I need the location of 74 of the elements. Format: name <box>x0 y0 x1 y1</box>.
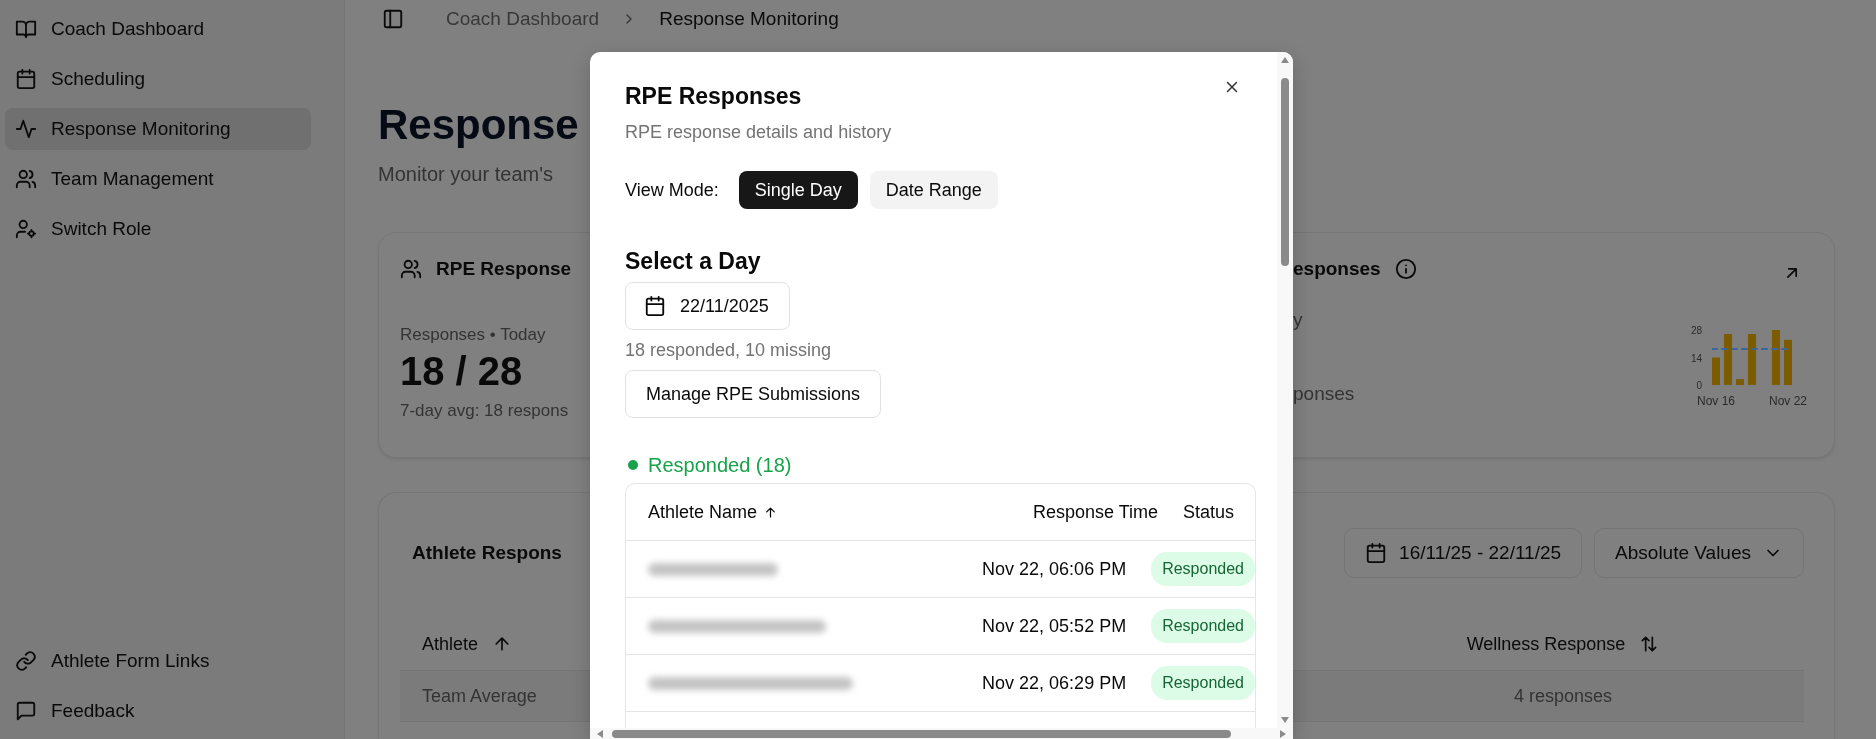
pulse-icon <box>15 118 37 140</box>
axis-tick-label: 28 <box>1690 325 1702 336</box>
sidebar-item[interactable]: Scheduling <box>5 58 311 100</box>
bar <box>1724 333 1732 385</box>
axis-tick-label: 0 <box>1696 380 1702 391</box>
bar <box>1736 379 1744 385</box>
link-icon <box>15 650 37 672</box>
date-picker-button[interactable]: 22/11/2025 <box>625 282 790 330</box>
calendar-icon <box>1365 542 1388 564</box>
bar <box>1772 330 1780 385</box>
scrollbar-thumb[interactable] <box>1281 78 1289 266</box>
info-icon[interactable] <box>1394 258 1417 280</box>
scroll-up-icon[interactable] <box>1280 56 1290 64</box>
group-heading: Responded (18) <box>648 453 792 477</box>
calendar-icon <box>15 68 37 90</box>
column-header[interactable]: Athlete <box>422 633 479 655</box>
view-mode-toggle[interactable]: Date Range <box>869 171 998 209</box>
view-mode-label: View Mode: <box>625 179 719 201</box>
manage-submissions-button[interactable]: Manage RPE Submissions <box>625 370 882 418</box>
book-icon <box>15 18 37 40</box>
sidebar-item[interactable]: Switch Role <box>5 208 311 250</box>
scroll-right-icon[interactable] <box>1279 728 1287 739</box>
column-header[interactable]: Status <box>1183 501 1235 523</box>
sidebar-item[interactable]: Athlete Form Links <box>5 640 311 682</box>
axis-tick-label: 14 <box>1690 352 1702 364</box>
sidebar-item[interactable]: Team Management <box>5 158 311 200</box>
dialog-title: RPE Responses <box>625 82 802 111</box>
section-title: Select a Day <box>625 247 762 276</box>
user-gear-icon <box>15 218 37 240</box>
axis-tick-label: Nov 22 <box>1769 394 1807 408</box>
scrollbar-thumb[interactable] <box>612 729 1231 738</box>
table-cell: Nov 22, 06:29 PM <box>982 672 1127 694</box>
view-mode-toggle[interactable]: Single Day <box>738 171 858 209</box>
users-icon <box>400 258 422 280</box>
dialog-subtitle: RPE response details and history <box>625 121 893 144</box>
vertical-scrollbar[interactable] <box>1277 52 1293 728</box>
table-cell: 4 responses <box>1513 685 1613 707</box>
sidebar-toggle-icon[interactable] <box>382 8 404 30</box>
column-header[interactable]: Wellness Response <box>1466 633 1626 655</box>
speech-bubble-icon <box>15 700 37 722</box>
page-subtitle: Monitor your team's <box>378 162 553 187</box>
table-cell: Team Average <box>422 685 537 707</box>
value-mode-dropdown[interactable]: Absolute Values <box>1594 528 1804 578</box>
bar <box>1784 339 1792 385</box>
metric-label: Responses • Today <box>400 325 546 345</box>
metric-note: ponses <box>1293 383 1355 405</box>
calendar-icon <box>644 295 666 317</box>
card-title: Athlete Respons <box>412 542 562 564</box>
sidebar-item[interactable]: Feedback <box>5 690 311 732</box>
page-title: Response <box>378 100 579 150</box>
status-badge: Responded <box>1151 609 1255 643</box>
bar <box>1712 357 1720 385</box>
status-badge: Responded <box>1151 666 1255 700</box>
horizontal-scrollbar[interactable] <box>590 728 1293 739</box>
date-range-button[interactable]: 16/11/25 - 22/11/25 <box>1344 528 1583 578</box>
column-header[interactable]: Athlete Name <box>648 501 758 523</box>
sidebar-item[interactable]: Coach Dashboard <box>5 8 311 50</box>
card-title: RPE Response <box>436 258 572 280</box>
response-summary: 18 responded, 10 missing <box>625 339 833 362</box>
column-header[interactable]: Response Time <box>1032 501 1158 523</box>
scroll-left-icon[interactable] <box>596 728 604 739</box>
status-badge: Responded <box>1151 552 1255 586</box>
bar <box>1748 333 1756 385</box>
axis-tick-label: Nov 16 <box>1697 394 1735 408</box>
breadcrumb-link[interactable]: Coach Dashboard <box>446 8 600 30</box>
table-cell: Nov 22, 05:52 PM <box>982 615 1127 637</box>
metric-note: 7-day avg: 18 respons <box>400 401 569 421</box>
metric-value: 18 / 28 <box>400 348 523 395</box>
sidebar-item[interactable]: Response Monitoring <box>5 108 311 150</box>
table-cell: Nov 22, 06:06 PM <box>982 558 1127 580</box>
scroll-down-icon[interactable] <box>1280 716 1290 724</box>
users-icon <box>15 168 37 190</box>
card-title: esponses <box>1293 258 1381 280</box>
metric-label: y <box>1293 309 1303 331</box>
